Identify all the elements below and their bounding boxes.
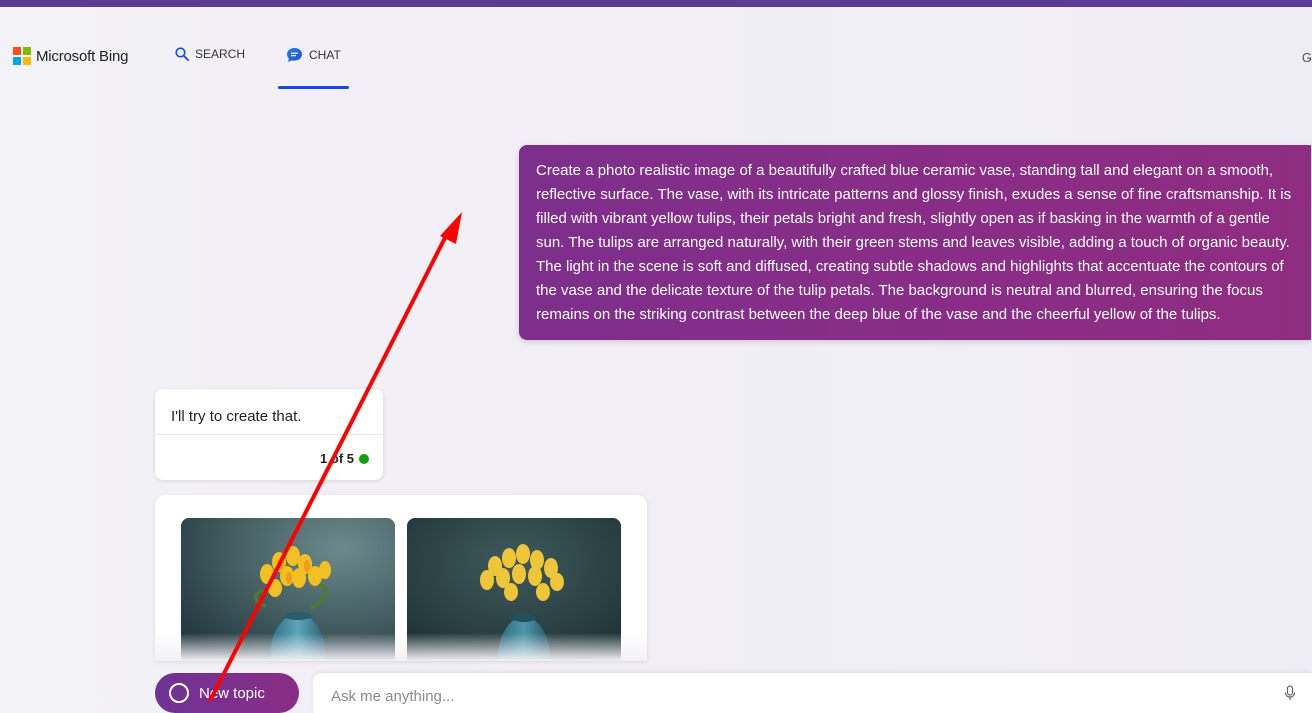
search-icon <box>175 47 189 61</box>
tab-search[interactable]: SEARCH <box>175 47 245 61</box>
bot-message-text: I'll try to create that. <box>171 408 302 425</box>
new-topic-button[interactable]: New topic <box>155 673 299 713</box>
tab-chat-label: CHAT <box>309 48 341 62</box>
microsoft-logo-icon <box>13 47 31 65</box>
message-counter-text: 1 of 5 <box>320 451 354 466</box>
bing-logo[interactable]: Microsoft Bing <box>13 47 128 65</box>
divider <box>155 434 383 435</box>
tab-search-label: SEARCH <box>195 47 246 61</box>
tab-chat[interactable]: CHAT <box>286 47 341 63</box>
composer <box>313 673 1312 713</box>
ask-input[interactable] <box>329 687 1233 706</box>
status-dot-icon <box>359 453 369 464</box>
new-topic-icon <box>169 683 189 703</box>
active-tab-indicator <box>278 86 349 89</box>
message-counter: 1 of 5 <box>320 451 369 466</box>
image-results-card <box>155 495 647 661</box>
top-accent-bar <box>0 0 1312 7</box>
microphone-icon[interactable] <box>1284 685 1296 701</box>
scroll-fade <box>155 633 647 661</box>
chat-icon <box>287 48 302 62</box>
brand-name: Microsoft Bing <box>36 47 129 65</box>
user-message: Create a photo realistic image of a beau… <box>519 145 1311 340</box>
bot-message: I'll try to create that. 1 of 5 <box>155 389 383 480</box>
user-avatar-initial[interactable]: G <box>1302 50 1312 65</box>
new-topic-label: New topic <box>199 684 265 702</box>
